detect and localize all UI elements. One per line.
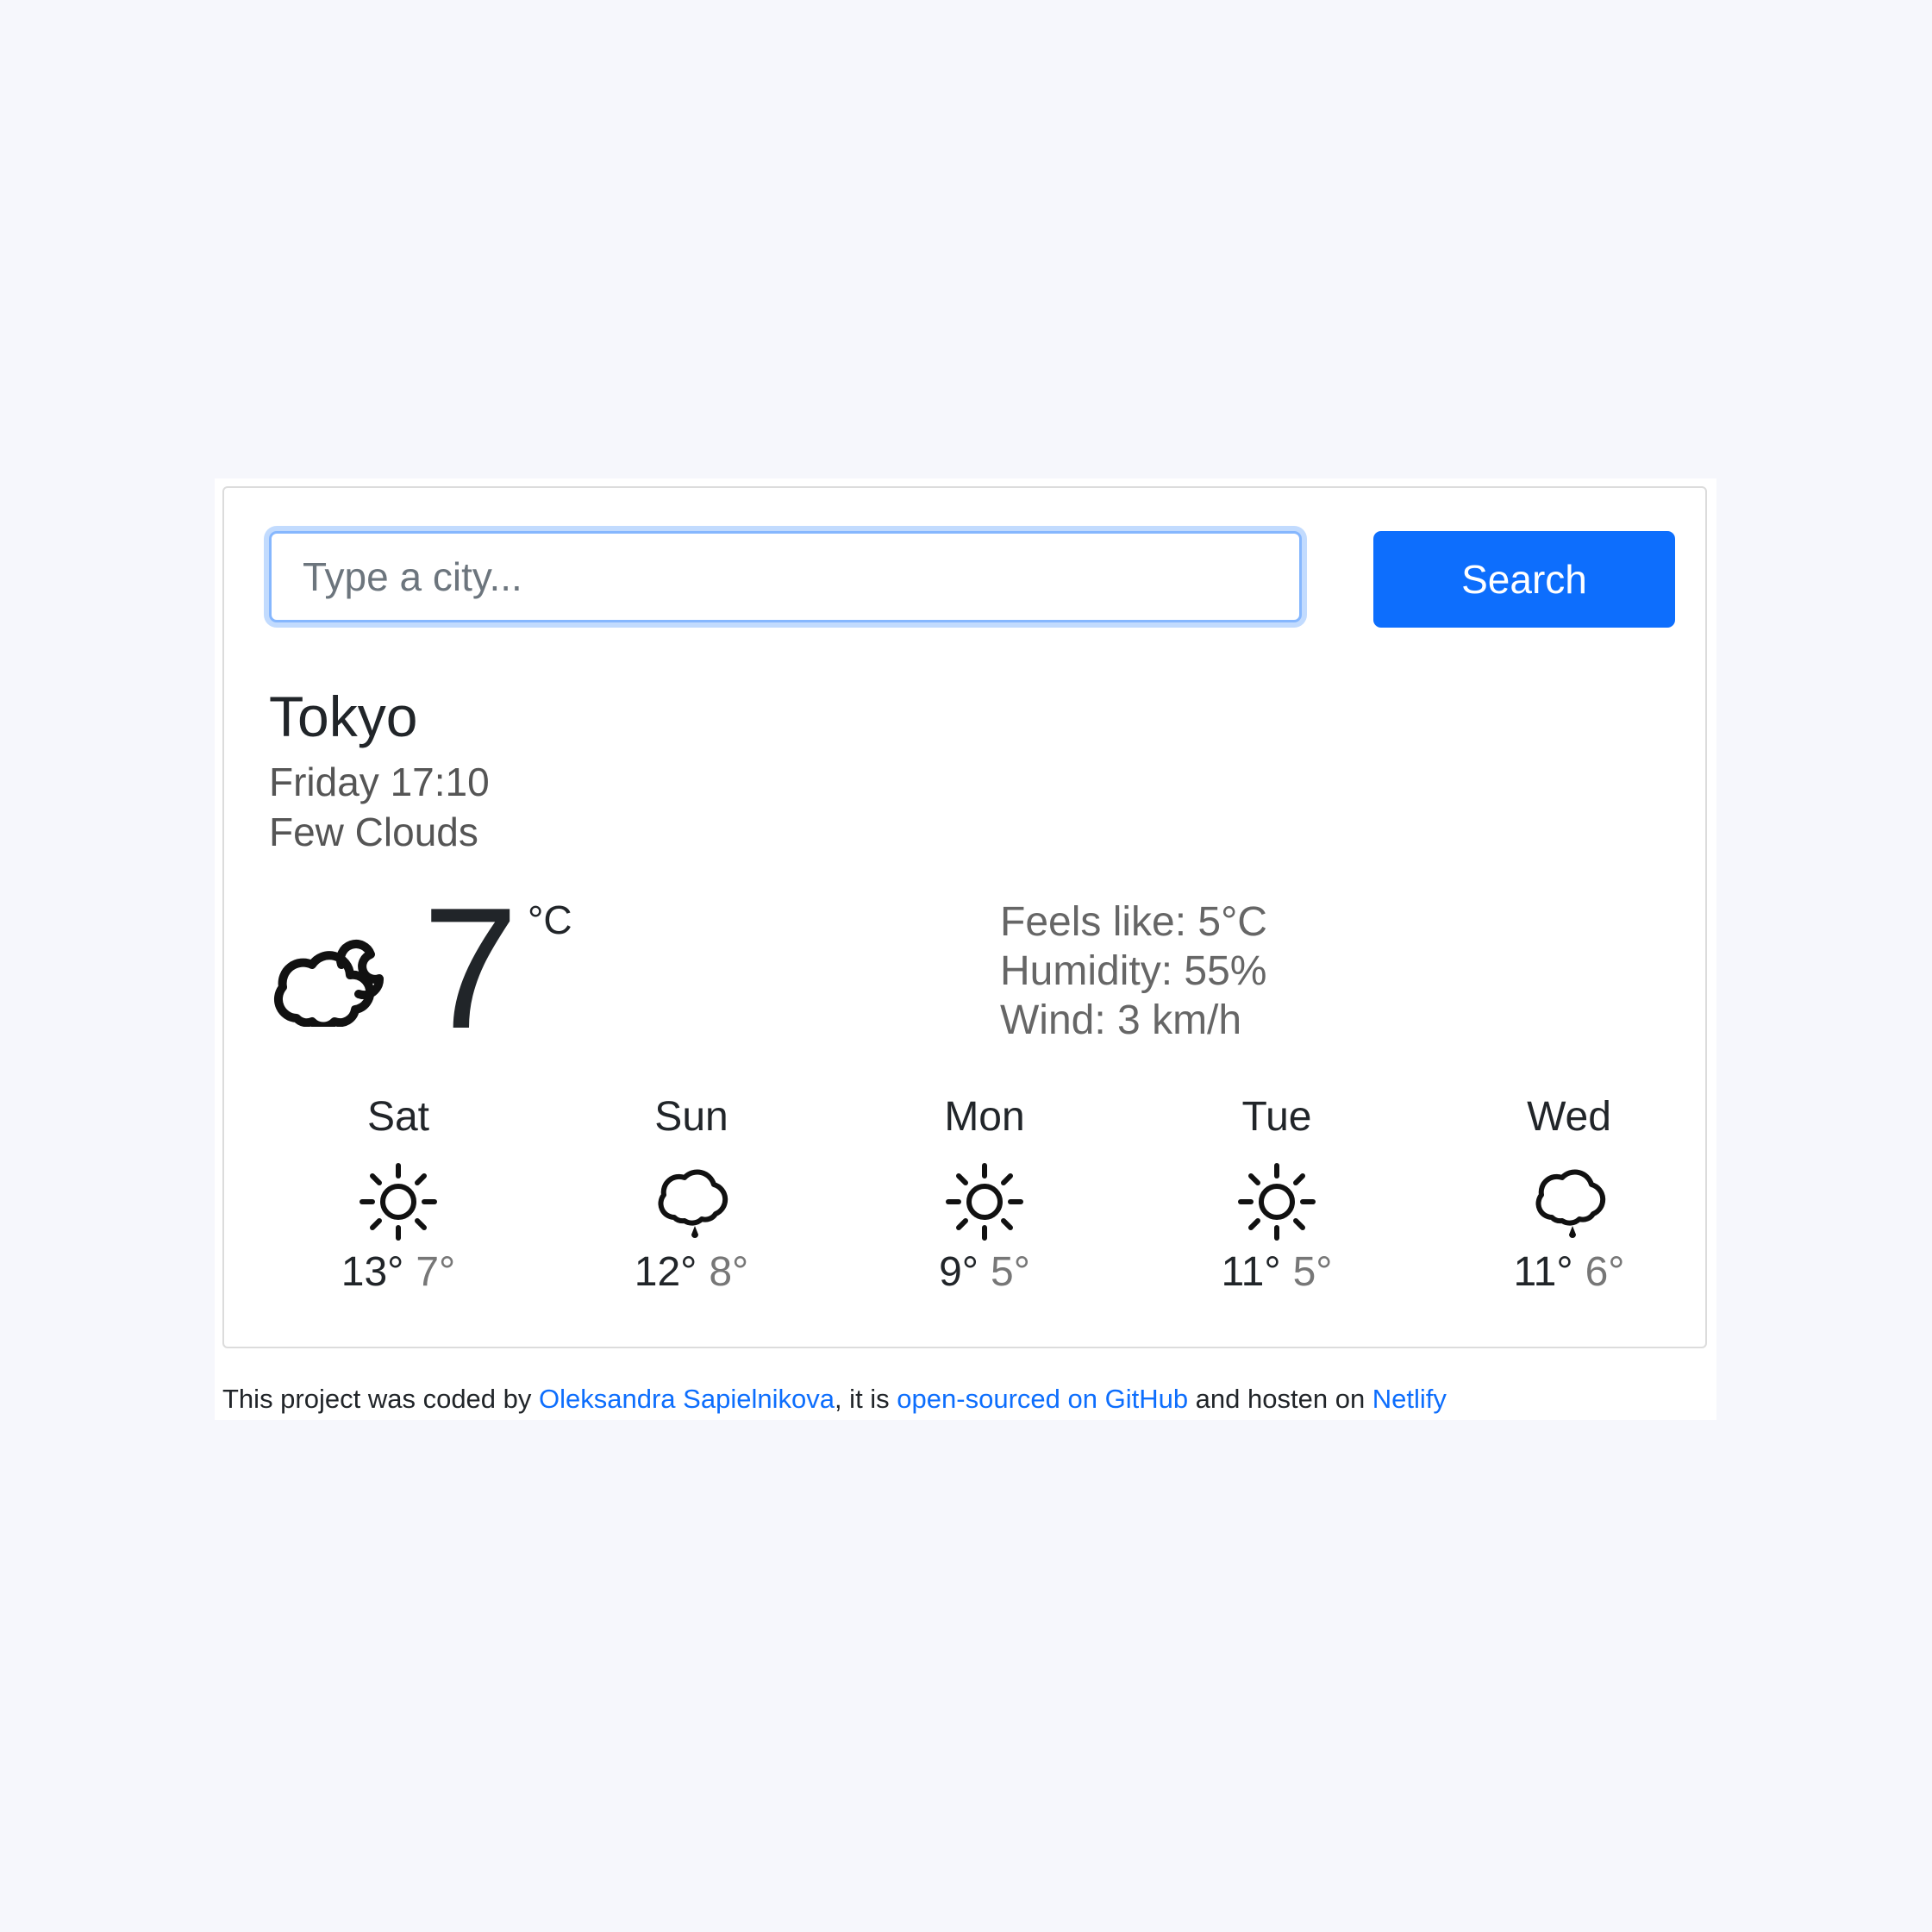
forecast-day: Tue 11° 5° — [1147, 1097, 1406, 1321]
github-link[interactable]: open-sourced on GitHub — [897, 1384, 1188, 1414]
footer-text: and hosten on — [1188, 1384, 1372, 1414]
forecast-day-name: Sun — [654, 1094, 728, 1140]
sun-icon — [1238, 1163, 1316, 1241]
forecast-max: 11° — [1513, 1249, 1573, 1295]
forecast-temps: 11° 5° — [1147, 1252, 1406, 1293]
app-frame: Search Tokyo Friday 17:10 Few Clouds 7 °… — [215, 478, 1716, 1420]
footer-text: This project was coded by — [222, 1384, 540, 1414]
forecast-min: 5° — [1292, 1249, 1333, 1295]
forecast-min: 8° — [709, 1249, 749, 1295]
few-clouds-icon — [273, 940, 384, 1027]
forecast-min: 7° — [416, 1249, 456, 1295]
forecast-max: 12° — [634, 1249, 697, 1295]
forecast: Sat 13° 7° Sun 12° 8° Mon 9° 5° Tue 11° … — [269, 1097, 1683, 1321]
footer-credits: This project was coded by Oleksandra Sap… — [222, 1385, 1447, 1412]
temperature-unit: °C — [528, 897, 572, 942]
forecast-day: Sat 13° 7° — [269, 1097, 528, 1321]
forecast-day-name: Tue — [1241, 1094, 1312, 1140]
forecast-max: 13° — [341, 1249, 404, 1295]
forecast-max: 9° — [939, 1249, 979, 1295]
forecast-temps: 12° 8° — [562, 1252, 821, 1293]
forecast-day-name: Sat — [366, 1094, 430, 1140]
sun-icon — [946, 1163, 1023, 1241]
author-link[interactable]: Oleksandra Sapielnikova — [539, 1384, 835, 1414]
weather-condition: Few Clouds — [269, 810, 478, 854]
rain-cloud-icon — [658, 1169, 728, 1238]
forecast-max: 11° — [1221, 1249, 1281, 1295]
forecast-day-name: Mon — [944, 1094, 1025, 1140]
sun-icon — [360, 1163, 437, 1241]
forecast-day: Sun 12° 8° — [562, 1097, 821, 1321]
current-temperature: 7 — [422, 872, 519, 1065]
weather-details: Feels like: 5°C Humidity: 55% Wind: 3 km… — [1000, 897, 1267, 1045]
search-button[interactable]: Search — [1373, 531, 1675, 628]
city-name: Tokyo — [269, 685, 418, 748]
feels-like: Feels like: 5°C — [1000, 899, 1267, 945]
forecast-day: Mon 9° 5° — [855, 1097, 1114, 1321]
forecast-temps: 9° 5° — [855, 1252, 1114, 1293]
forecast-temps: 13° 7° — [269, 1252, 528, 1293]
current-datetime: Friday 17:10 — [269, 760, 490, 804]
forecast-min: 5° — [991, 1249, 1030, 1295]
netlify-link[interactable]: Netlify — [1372, 1384, 1447, 1414]
rain-cloud-icon — [1535, 1169, 1606, 1238]
forecast-day: Wed 11° 6° — [1440, 1097, 1698, 1321]
weather-card: Search Tokyo Friday 17:10 Few Clouds 7 °… — [222, 486, 1707, 1348]
forecast-day-name: Wed — [1527, 1094, 1611, 1140]
footer-text: , it is — [834, 1384, 897, 1414]
wind: Wind: 3 km/h — [1000, 997, 1242, 1043]
city-search-input[interactable] — [269, 531, 1302, 622]
forecast-min: 6° — [1585, 1249, 1625, 1295]
humidity: Humidity: 55% — [1000, 948, 1267, 994]
forecast-temps: 11° 6° — [1440, 1252, 1698, 1293]
